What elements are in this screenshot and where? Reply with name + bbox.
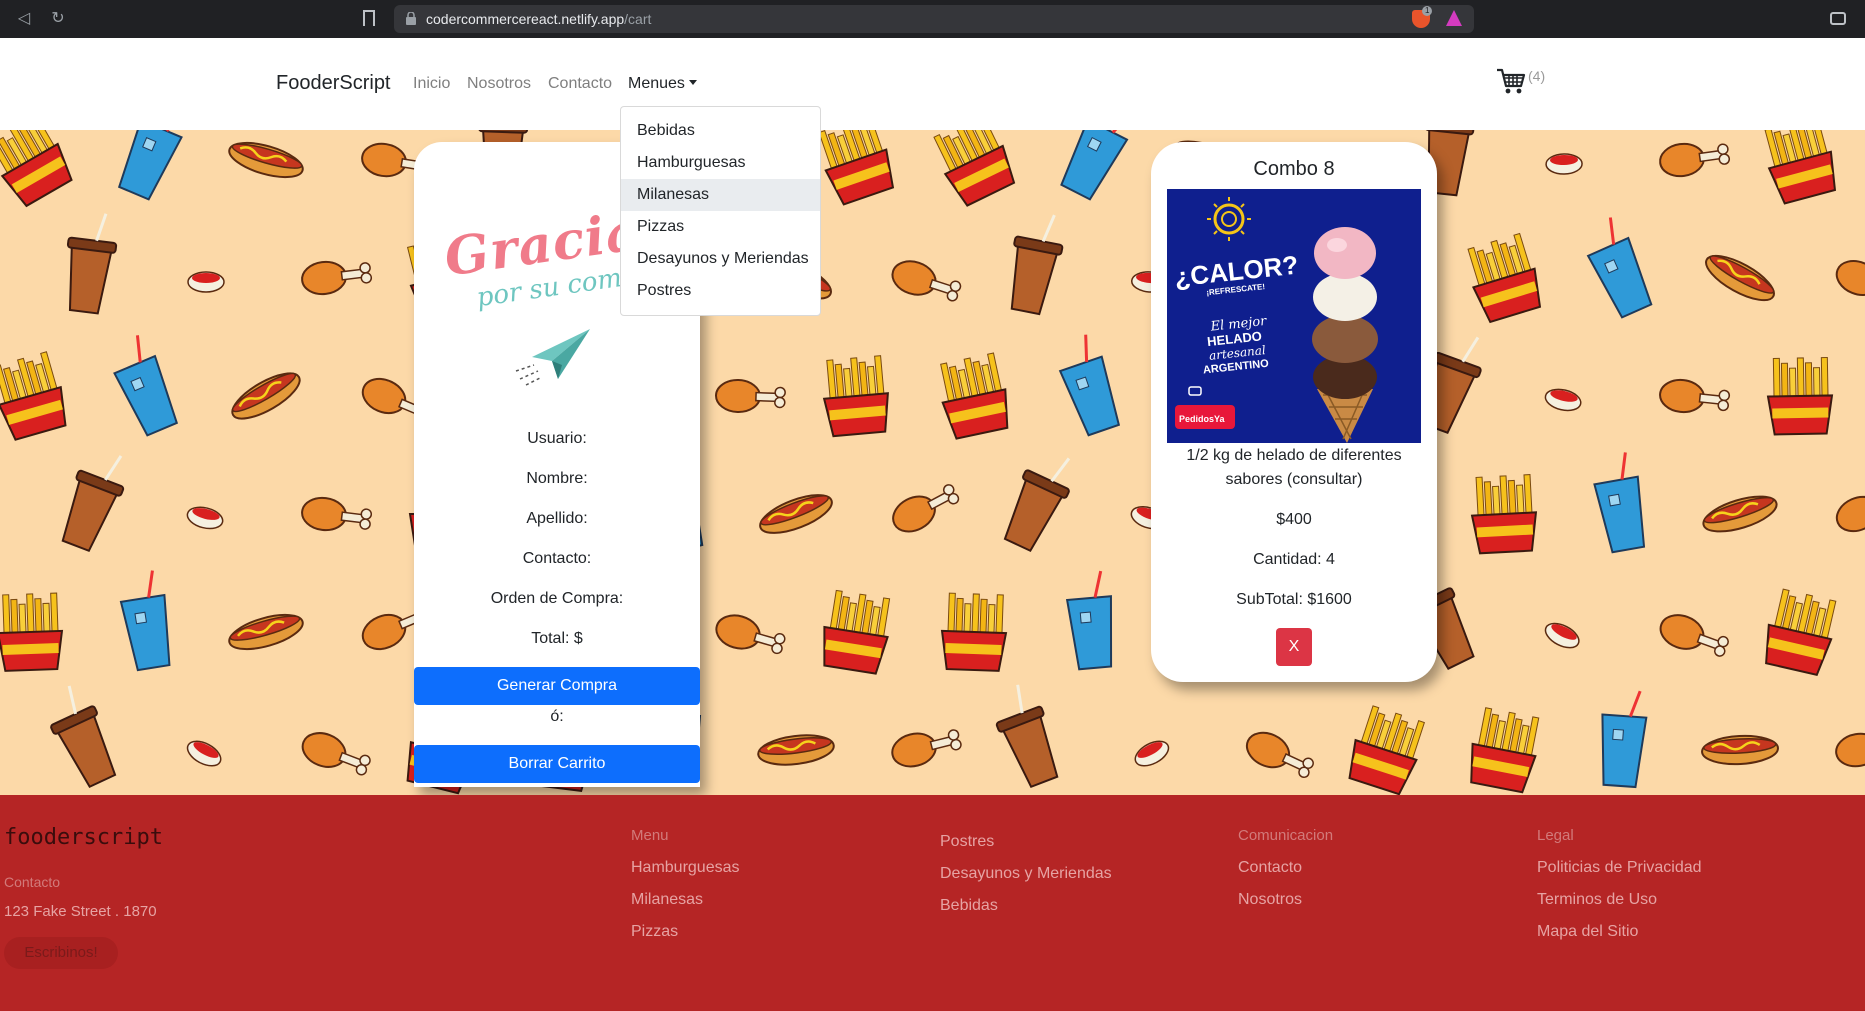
navbar-brand[interactable]: FooderScript: [276, 72, 391, 95]
product-image: ¿CALOR? ¡REFRESCATE! El mejor HELADO art…: [1167, 189, 1421, 443]
footer-address: 123 Fake Street . 1870: [4, 903, 157, 920]
bookmark-icon[interactable]: [363, 10, 375, 26]
product-quantity: Cantidad: 4: [1253, 551, 1335, 568]
remove-item-button[interactable]: X: [1276, 628, 1312, 666]
browser-toolbar: ◁ ↻ codercommercereact.netlify.app/cart …: [0, 0, 1865, 38]
dropdown-item-postres[interactable]: Postres: [621, 275, 820, 307]
footer-menu-heading: Menu: [631, 827, 669, 844]
footer-link-mapa[interactable]: Mapa del Sitio: [1537, 923, 1638, 941]
wallet-icon[interactable]: [1830, 12, 1846, 25]
footer-contact-label: Contacto: [4, 874, 61, 890]
write-us-button[interactable]: Escribinos!: [4, 937, 118, 969]
caret-down-icon: [688, 80, 697, 85]
ice-cream-ad-illustration: ¿CALOR? ¡REFRESCATE! El mejor HELADO art…: [1167, 189, 1421, 443]
dropdown-item-milanesas[interactable]: Milanesas: [621, 179, 820, 211]
field-apellido: Apellido:: [526, 510, 588, 527]
field-contacto: Contacto:: [522, 550, 592, 567]
field-usuario: Usuario:: [527, 430, 587, 447]
dropdown-item-hamburguesas[interactable]: Hamburguesas: [621, 147, 820, 179]
footer-link-bebidas[interactable]: Bebidas: [940, 897, 998, 915]
footer-link-hamburguesas[interactable]: Hamburguesas: [631, 859, 740, 877]
footer-brand: fooderscript: [4, 825, 163, 850]
url-text: codercommercereact.netlify.app/cart: [426, 11, 652, 27]
nav-link-inicio[interactable]: Inicio: [413, 75, 450, 93]
menues-dropdown: Bebidas Hamburguesas Milanesas Pizzas De…: [620, 106, 821, 316]
rewards-icon[interactable]: [1446, 10, 1462, 26]
footer-legal-heading: Legal: [1537, 827, 1574, 844]
clear-cart-button[interactable]: Borrar Carrito: [414, 745, 700, 783]
back-icon[interactable]: ◁: [14, 9, 34, 29]
nav-menu-label: Menues: [628, 75, 685, 92]
product-price: $400: [1276, 511, 1312, 528]
nav-link-nosotros[interactable]: Nosotros: [467, 75, 531, 93]
generate-purchase-button[interactable]: Generar Compra: [414, 667, 700, 705]
cart-count-badge: (4): [1528, 68, 1546, 84]
footer-link-postres[interactable]: Postres: [940, 833, 994, 851]
shopping-cart-icon[interactable]: [1495, 66, 1527, 98]
product-subtotal: SubTotal: $1600: [1236, 591, 1352, 608]
dropdown-item-pizzas[interactable]: Pizzas: [621, 211, 820, 243]
ad-brand: PedidosYa: [1179, 414, 1226, 424]
footer-link-desayunos[interactable]: Desayunos y Meriendas: [940, 865, 1112, 883]
footer-link-nosotros[interactable]: Nosotros: [1238, 891, 1302, 909]
footer-link-terminos[interactable]: Terminos de Uso: [1537, 891, 1657, 909]
footer: fooderscript Contacto 123 Fake Street . …: [0, 795, 1865, 1011]
footer-link-pizzas[interactable]: Pizzas: [631, 923, 678, 941]
or-separator: ó:: [550, 708, 564, 725]
dropdown-item-bebidas[interactable]: Bebidas: [621, 115, 820, 147]
dropdown-item-desayunos[interactable]: Desayunos y Meriendas: [621, 243, 820, 275]
address-bar[interactable]: codercommercereact.netlify.app/cart: [394, 5, 1474, 33]
footer-link-privacidad[interactable]: Politicias de Privacidad: [1537, 859, 1702, 877]
product-title: Combo 8: [1253, 158, 1335, 180]
field-orden-compra: Orden de Compra:: [490, 590, 624, 607]
lock-icon: [406, 12, 416, 25]
product-description: 1/2 kg de helado de diferentes sabores (…: [1186, 447, 1402, 488]
food-pattern-illustration: [0, 130, 1865, 795]
product-card: Combo 8 ¿CALOR? ¡REFRESCATE! El mejor HE…: [1151, 142, 1437, 682]
nav-menu-toggle[interactable]: Menues: [628, 75, 697, 93]
reload-icon[interactable]: ↻: [48, 9, 68, 29]
navbar: FooderScript Inicio Nosotros Contacto Me…: [0, 38, 1865, 130]
nav-link-contacto[interactable]: Contacto: [548, 75, 612, 93]
footer-comunicacion-heading: Comunicacion: [1238, 827, 1334, 844]
field-nombre: Nombre:: [526, 470, 588, 487]
footer-link-milanesas[interactable]: Milanesas: [631, 891, 703, 909]
paper-plane-icon: [515, 329, 590, 386]
field-total: Total: $: [531, 630, 583, 647]
footer-link-contacto[interactable]: Contacto: [1238, 859, 1302, 877]
food-pattern-background: [0, 130, 1865, 795]
